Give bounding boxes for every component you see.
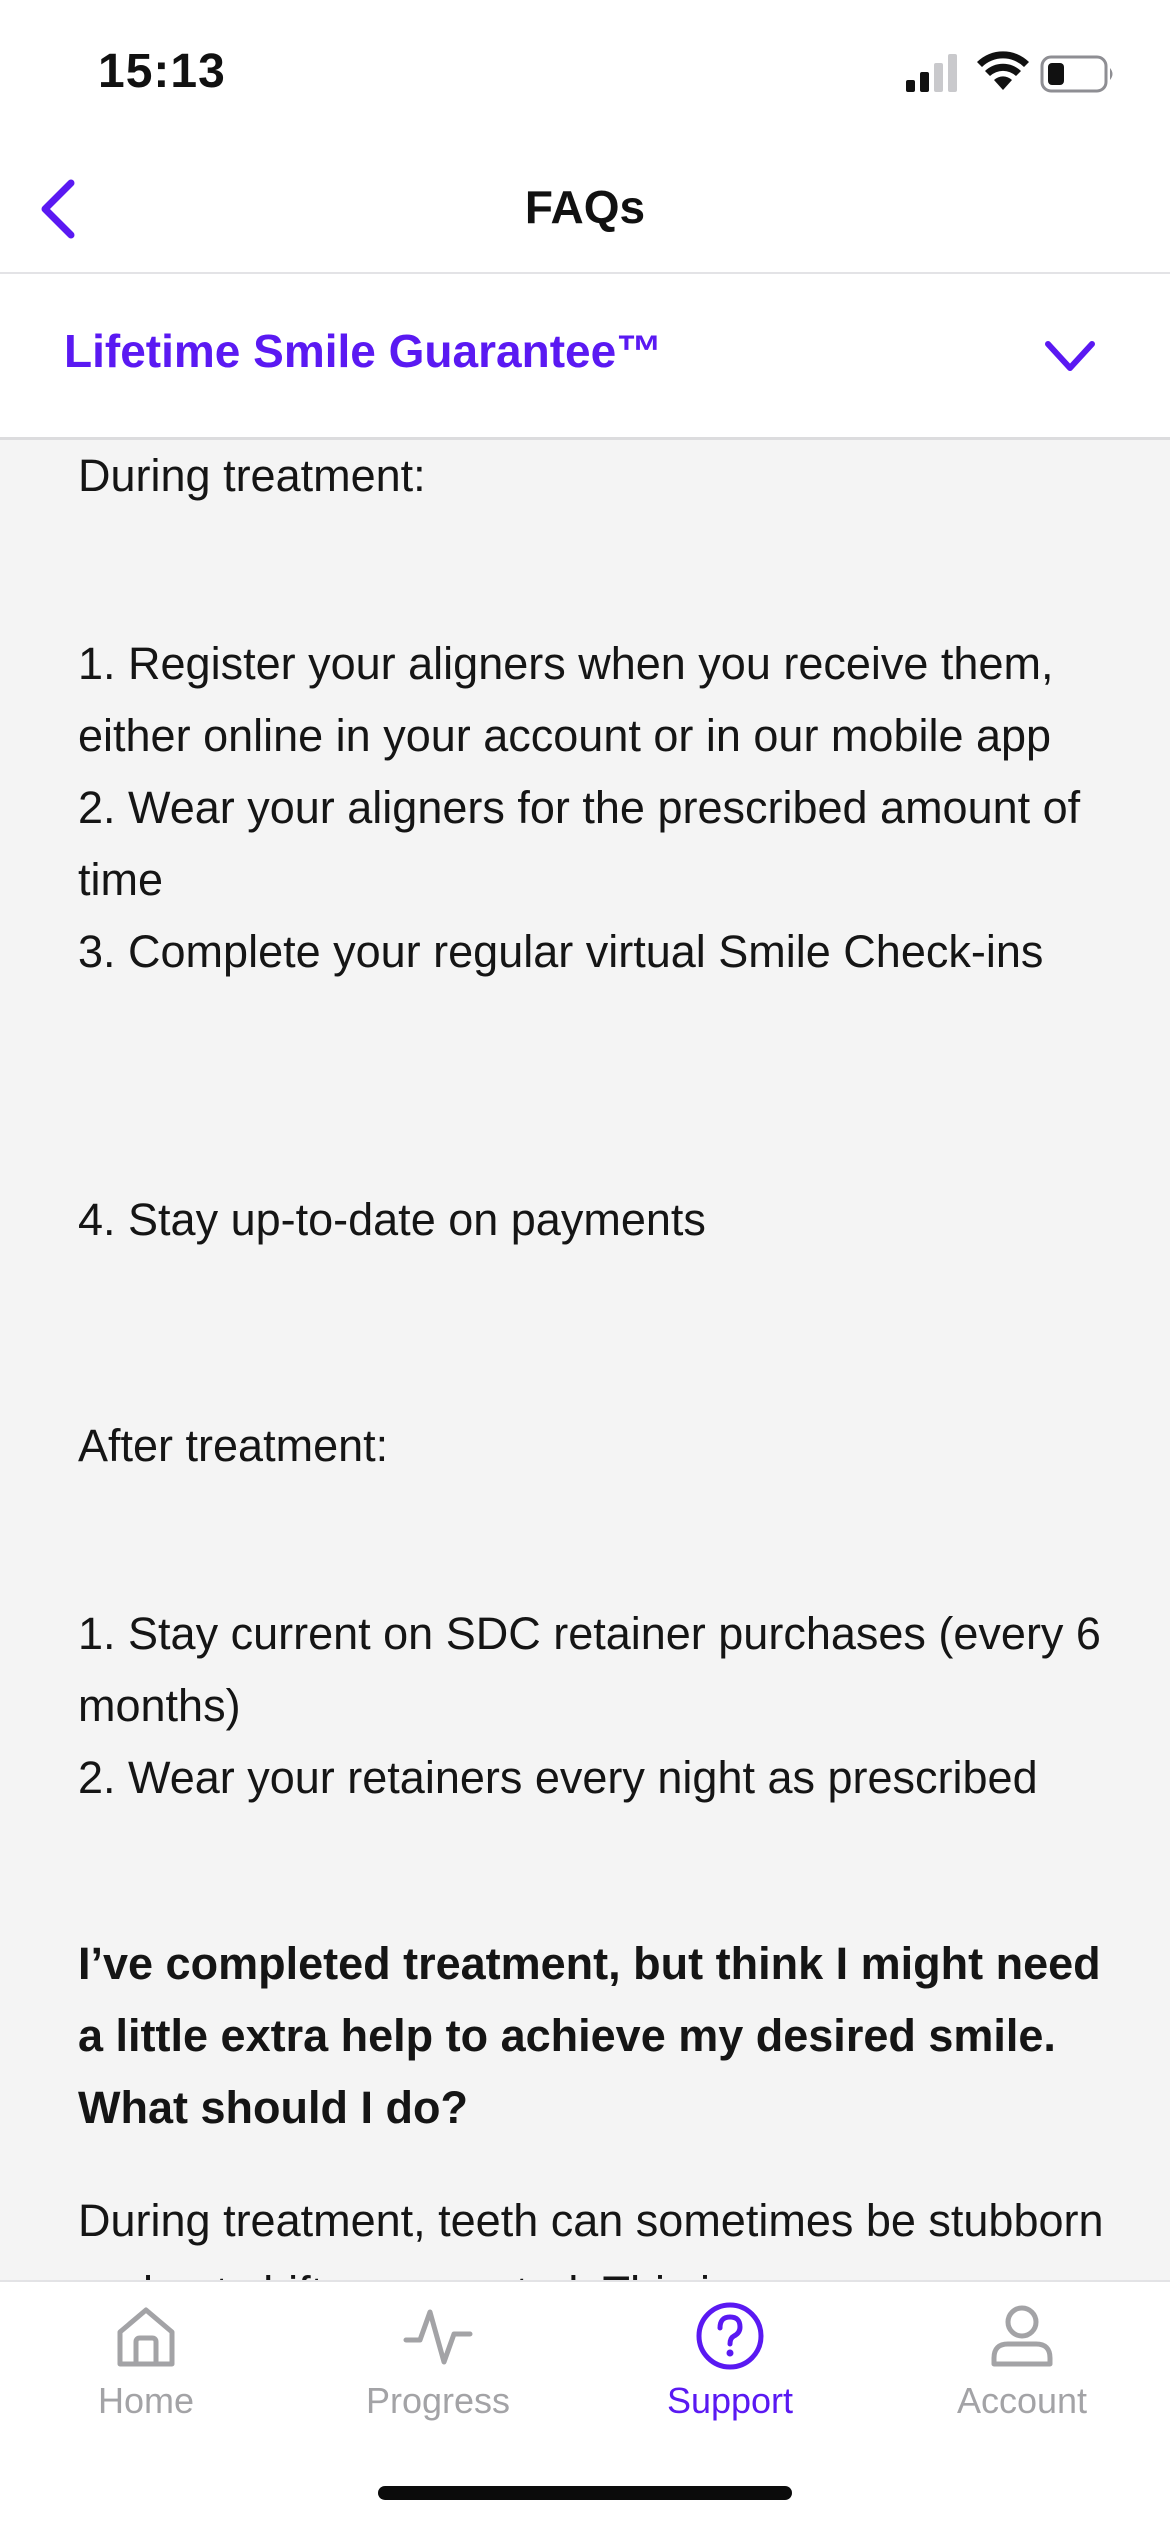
accordion-header-lifetime-smile-guarantee[interactable]: Lifetime Smile Guarantee™ — [0, 274, 1170, 440]
faq-content: During treatment: 1. Register your align… — [0, 440, 1170, 2280]
cellular-signal-icon — [906, 54, 957, 92]
help-circle-icon — [696, 2302, 764, 2370]
faq-answer: During treatment, teeth can sometimes be… — [78, 2195, 1104, 2280]
tab-support[interactable]: Support — [584, 2300, 876, 2450]
tab-label: Progress — [365, 2380, 511, 2421]
battery-icon — [1040, 55, 1113, 93]
tab-label: Home — [97, 2380, 195, 2421]
activity-icon — [403, 2309, 473, 2365]
during-treatment-list: 1. Register your aligners when you recei… — [78, 638, 1081, 977]
wifi-icon — [977, 51, 1029, 90]
status-time: 15:13 — [98, 45, 226, 98]
home-indicator — [378, 2486, 792, 2500]
faq-screen: 15:13 FAQs Lifetime Smile Guarantee™ Dur… — [0, 0, 1170, 2532]
chevron-down-icon — [1045, 341, 1095, 371]
after-treatment-heading: After treatment: — [78, 1420, 389, 1471]
after-treatment-list: 1. Stay current on SDC retainer purchase… — [78, 1608, 1101, 1803]
tab-account[interactable]: Account — [876, 2300, 1168, 2450]
accordion-title: Lifetime Smile Guarantee™ — [64, 325, 663, 377]
tab-home[interactable]: Home — [0, 2300, 292, 2450]
tab-label: Account — [956, 2380, 1088, 2421]
during-treatment-item-4: 4. Stay up-to-date on payments — [78, 1194, 706, 1245]
tab-progress[interactable]: Progress — [292, 2300, 584, 2450]
faq-question: I’ve completed treatment, but think I mi… — [78, 1938, 1101, 2133]
home-icon — [117, 2307, 175, 2367]
nav-bar: FAQs — [0, 150, 1170, 274]
user-icon — [991, 2305, 1053, 2367]
page-title: FAQs — [524, 181, 646, 233]
tab-label: Support — [666, 2380, 794, 2421]
during-treatment-heading: During treatment: — [78, 450, 426, 501]
status-bar: 15:13 — [0, 0, 1170, 150]
